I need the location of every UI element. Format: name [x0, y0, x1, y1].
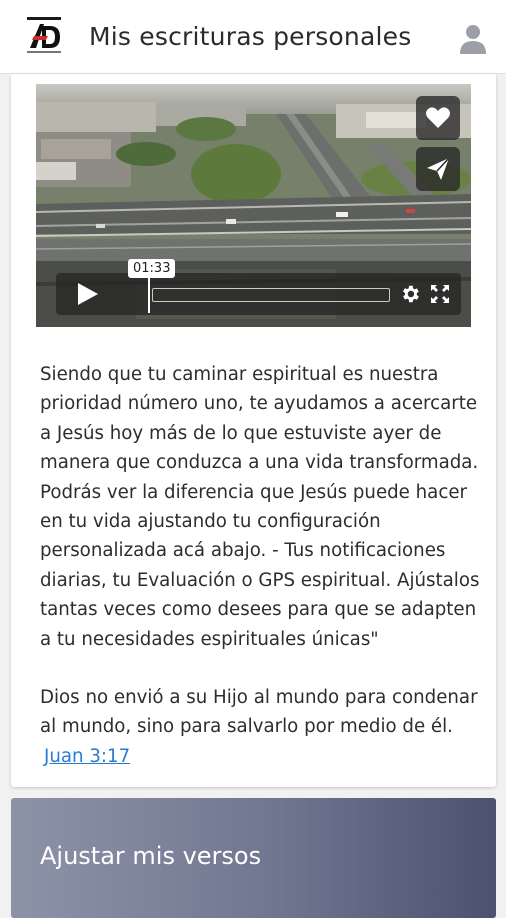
progress-bar[interactable] [152, 288, 390, 302]
send-icon [427, 157, 450, 180]
playhead-marker [148, 277, 150, 313]
video-controls: 01:33 [56, 259, 461, 315]
devotional-text: Siendo que tu caminar espiritual es nues… [40, 360, 480, 771]
intro-paragraph: Siendo que tu caminar espiritual es nues… [40, 364, 480, 650]
heart-icon [426, 107, 450, 128]
content-card: 01:33 Siendo que tu caminar espiritual e… [11, 74, 496, 787]
play-icon[interactable] [74, 281, 100, 307]
favorite-button[interactable] [416, 96, 460, 140]
video-player[interactable]: 01:33 [36, 84, 471, 327]
app-header: Mis escrituras personales [0, 0, 506, 74]
share-button[interactable] [416, 147, 460, 191]
verse-block: Dios no envió a su Hijo al mundo para co… [40, 683, 480, 771]
adjust-verses-title[interactable]: Ajustar mis versos [40, 842, 261, 870]
gear-icon[interactable] [399, 283, 421, 305]
user-icon[interactable] [458, 22, 488, 54]
fullscreen-icon[interactable] [430, 284, 450, 304]
logo-icon [27, 17, 61, 53]
page-title: Mis escrituras personales [89, 22, 412, 51]
adjust-verses-card[interactable]: Ajustar mis versos [11, 798, 496, 918]
verse-text: Dios no envió a su Hijo al mundo para co… [40, 687, 478, 738]
time-badge: 01:33 [128, 259, 176, 278]
verse-reference-link[interactable]: Juan 3:17 [44, 742, 130, 771]
